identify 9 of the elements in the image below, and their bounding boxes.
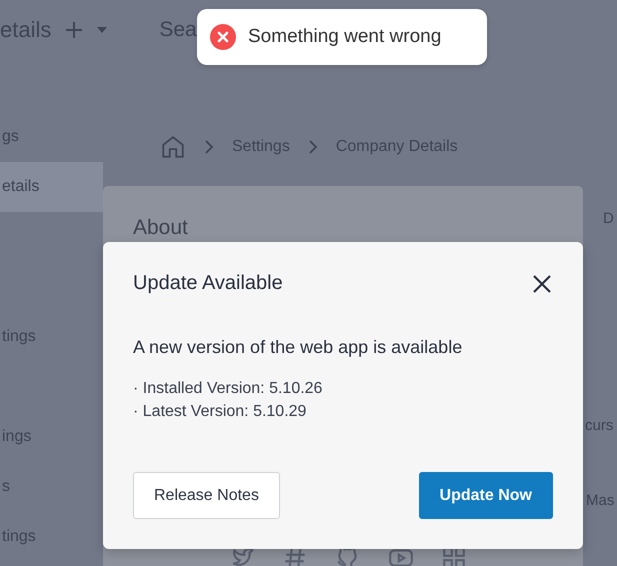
toast-message: Something went wrong xyxy=(248,26,442,48)
dialog-message: A new version of the web app is available xyxy=(133,337,464,358)
card-title: About xyxy=(133,216,189,240)
dialog-title: Update Available xyxy=(133,272,283,295)
version-text: · Installed Version: 5.10.26 xyxy=(133,380,324,398)
version-text: · Latest Version: 5.10.29 xyxy=(133,403,308,421)
release-notes-button[interactable]: Release Notes xyxy=(133,472,280,519)
update-button[interactable]: Update Now xyxy=(418,472,553,519)
sidebar-item[interactable]: etails xyxy=(0,162,103,212)
